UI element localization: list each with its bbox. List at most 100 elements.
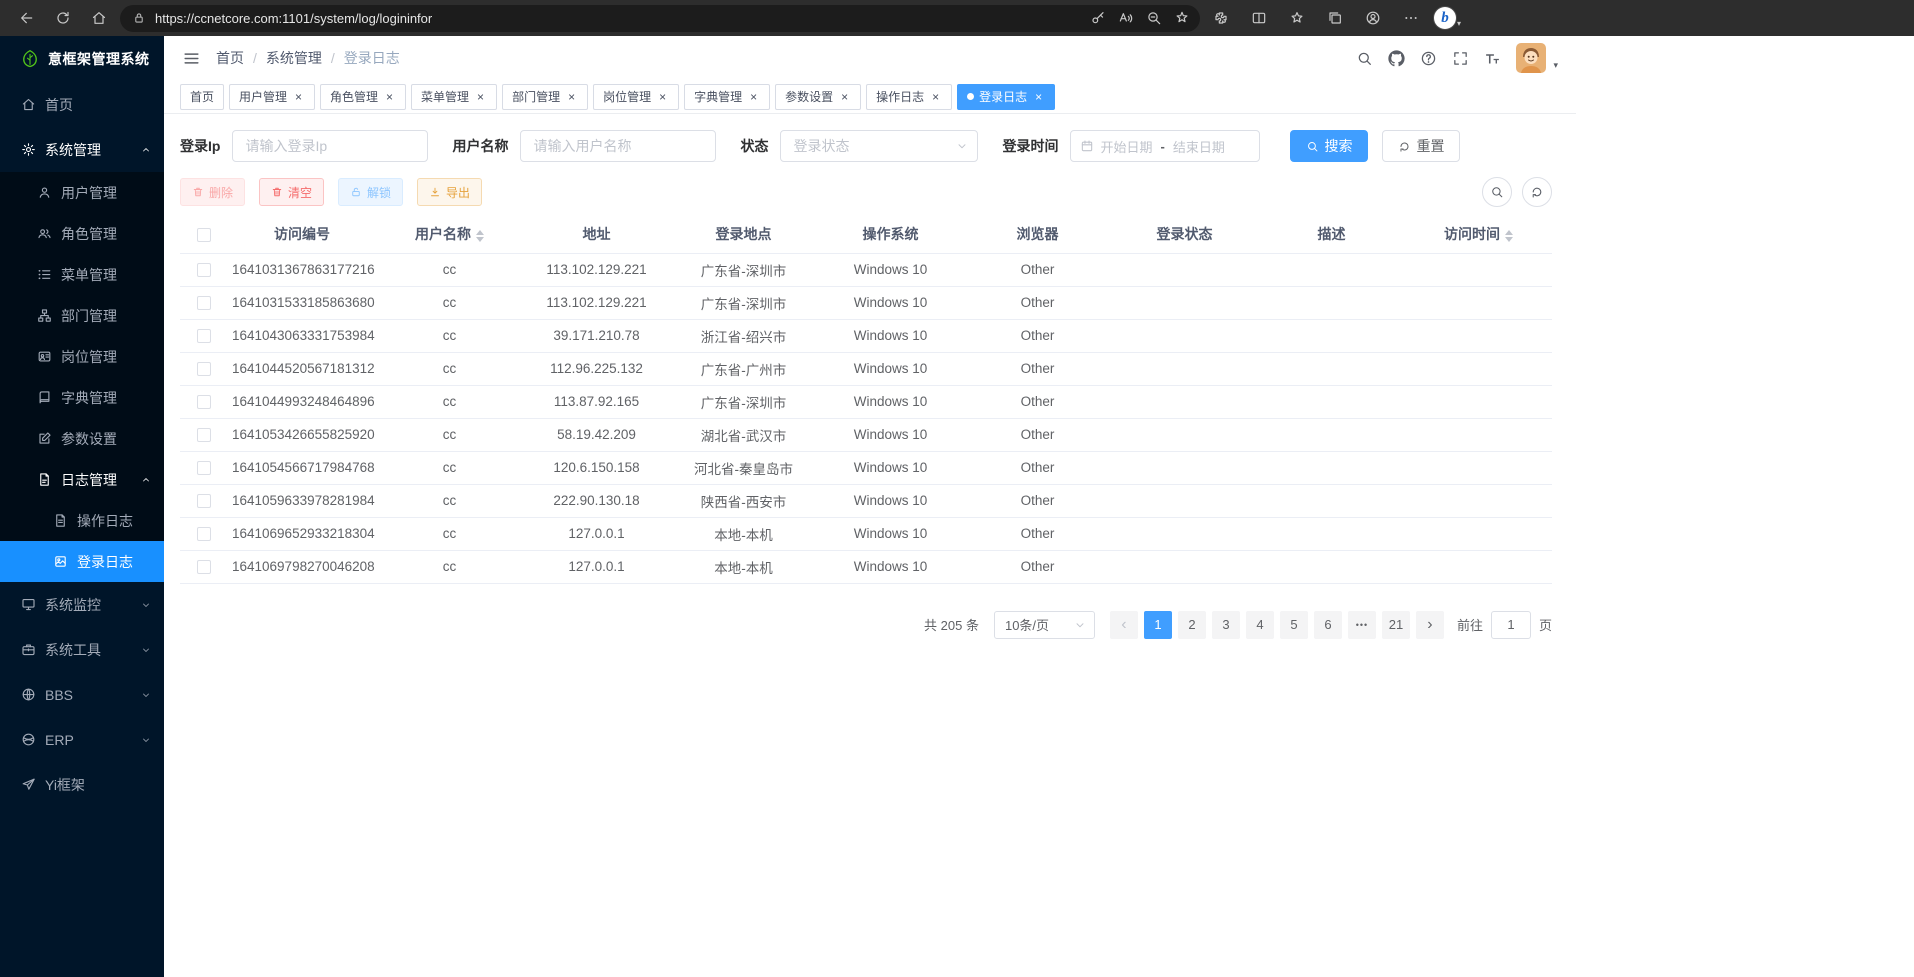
row-checkbox[interactable] <box>197 329 211 343</box>
next-page-button[interactable]: › <box>1416 611 1444 639</box>
sidebar-item-erp[interactable]: ERP <box>0 717 164 762</box>
sidebar-item-system-monitor[interactable]: 系统监控 <box>0 582 164 627</box>
row-checkbox[interactable] <box>197 296 211 310</box>
column-header[interactable]: 用户名称 <box>376 216 523 253</box>
tab-item[interactable]: 用户管理× <box>229 84 315 110</box>
split-screen-icon[interactable] <box>1244 4 1274 32</box>
browser-reload-icon[interactable] <box>48 4 78 32</box>
sort-caret-icon[interactable] <box>1505 230 1513 242</box>
sort-caret-icon[interactable] <box>476 230 484 242</box>
browser-menu-icon[interactable] <box>1396 4 1426 32</box>
page-button[interactable]: 1 <box>1144 611 1172 639</box>
sidebar-item-post-mgmt[interactable]: 岗位管理 <box>0 336 164 377</box>
site-info-lock-icon[interactable] <box>132 11 146 25</box>
close-icon[interactable]: × <box>838 90 851 103</box>
page-button[interactable]: 5 <box>1280 611 1308 639</box>
close-icon[interactable]: × <box>747 90 760 103</box>
zoom-out-icon[interactable] <box>1140 6 1168 30</box>
password-key-icon[interactable] <box>1084 6 1112 30</box>
close-icon[interactable]: × <box>292 90 305 103</box>
browser-back-icon[interactable] <box>12 4 42 32</box>
page-size-select[interactable]: 10条/页 <box>994 611 1095 639</box>
app-logo[interactable]: 意框架管理系统 <box>0 36 164 82</box>
favorites-add-icon[interactable] <box>1168 6 1196 30</box>
sidebar-item-log-mgmt[interactable]: 日志管理 <box>0 459 164 500</box>
collapse-sidebar-icon[interactable] <box>182 49 201 68</box>
header-search-icon[interactable] <box>1356 50 1373 67</box>
sidebar-item-param-settings[interactable]: 参数设置 <box>0 418 164 459</box>
tab-item[interactable]: 首页 <box>180 84 224 110</box>
goto-page-input[interactable] <box>1491 611 1531 639</box>
tab-item[interactable]: 菜单管理× <box>411 84 497 110</box>
clear-button[interactable]: 清空 <box>259 178 324 206</box>
read-aloud-icon[interactable] <box>1112 6 1140 30</box>
username-input[interactable] <box>520 130 716 162</box>
sidebar-item-bbs[interactable]: BBS <box>0 672 164 717</box>
help-icon[interactable] <box>1420 50 1437 67</box>
sidebar-item-role-mgmt[interactable]: 角色管理 <box>0 213 164 254</box>
bing-chat-button[interactable]: b ▾ <box>1434 7 1461 29</box>
sidebar-item-yi-framework[interactable]: Yi框架 <box>0 762 164 807</box>
font-size-icon[interactable] <box>1484 50 1501 67</box>
column-header[interactable]: 访问时间 <box>1405 216 1552 253</box>
sidebar-item-system-tools[interactable]: 系统工具 <box>0 627 164 672</box>
favorites-icon[interactable] <box>1282 4 1312 32</box>
close-icon[interactable]: × <box>474 90 487 103</box>
url-text[interactable]: https://ccnetcore.com:1101/system/log/lo… <box>155 11 1084 26</box>
breadcrumb-item[interactable]: 首页 <box>216 48 244 68</box>
more-pages-button[interactable]: ••• <box>1348 611 1376 639</box>
tab-item[interactable]: 岗位管理× <box>593 84 679 110</box>
tab-item[interactable]: 字典管理× <box>684 84 770 110</box>
row-checkbox[interactable] <box>197 560 211 574</box>
delete-button[interactable]: 删除 <box>180 178 245 206</box>
sidebar-item-home[interactable]: 首页 <box>0 82 164 127</box>
close-icon[interactable]: × <box>929 90 942 103</box>
page-button[interactable]: 21 <box>1382 611 1410 639</box>
extensions-icon[interactable] <box>1206 4 1236 32</box>
row-checkbox[interactable] <box>197 263 211 277</box>
tab-item[interactable]: 部门管理× <box>502 84 588 110</box>
row-checkbox[interactable] <box>197 395 211 409</box>
tab-item[interactable]: 登录日志× <box>957 84 1055 110</box>
fullscreen-icon[interactable] <box>1452 50 1469 67</box>
select-all-checkbox[interactable] <box>197 228 211 242</box>
page-button[interactable]: 6 <box>1314 611 1342 639</box>
user-menu-caret-icon[interactable]: ▾ <box>1553 60 1558 71</box>
row-checkbox[interactable] <box>197 362 211 376</box>
ip-input[interactable] <box>232 130 428 162</box>
page-button[interactable]: 2 <box>1178 611 1206 639</box>
browser-home-icon[interactable] <box>84 4 114 32</box>
sidebar-item-menu-mgmt[interactable]: 菜单管理 <box>0 254 164 295</box>
date-range-picker[interactable]: 开始日期 - 结束日期 <box>1070 130 1260 162</box>
refresh-table-button[interactable] <box>1522 177 1552 207</box>
reset-button[interactable]: 重置 <box>1382 130 1460 162</box>
sidebar-item-system-mgmt[interactable]: 系统管理 <box>0 127 164 172</box>
prev-page-button[interactable]: ‹ <box>1110 611 1138 639</box>
close-icon[interactable]: × <box>656 90 669 103</box>
close-icon[interactable]: × <box>383 90 396 103</box>
close-icon[interactable]: × <box>1032 90 1045 103</box>
sidebar-item-user-mgmt[interactable]: 用户管理 <box>0 172 164 213</box>
toggle-search-button[interactable] <box>1482 177 1512 207</box>
status-select[interactable]: 登录状态 <box>780 130 978 162</box>
tab-item[interactable]: 操作日志× <box>866 84 952 110</box>
browser-profile-icon[interactable] <box>1358 4 1388 32</box>
collections-icon[interactable] <box>1320 4 1350 32</box>
breadcrumb-item[interactable]: 系统管理 <box>266 48 322 68</box>
unlock-button[interactable]: 解锁 <box>338 178 403 206</box>
github-icon[interactable] <box>1388 50 1405 67</box>
address-bar[interactable]: https://ccnetcore.com:1101/system/log/lo… <box>120 5 1200 32</box>
tab-item[interactable]: 角色管理× <box>320 84 406 110</box>
tab-item[interactable]: 参数设置× <box>775 84 861 110</box>
sidebar-item-operation-log[interactable]: 操作日志 <box>0 500 164 541</box>
user-avatar[interactable] <box>1516 43 1546 73</box>
row-checkbox[interactable] <box>197 527 211 541</box>
sidebar-item-dict-mgmt[interactable]: 字典管理 <box>0 377 164 418</box>
page-button[interactable]: 4 <box>1246 611 1274 639</box>
row-checkbox[interactable] <box>197 461 211 475</box>
page-button[interactable]: 3 <box>1212 611 1240 639</box>
row-checkbox[interactable] <box>197 494 211 508</box>
export-button[interactable]: 导出 <box>417 178 482 206</box>
close-icon[interactable]: × <box>565 90 578 103</box>
sidebar-item-dept-mgmt[interactable]: 部门管理 <box>0 295 164 336</box>
